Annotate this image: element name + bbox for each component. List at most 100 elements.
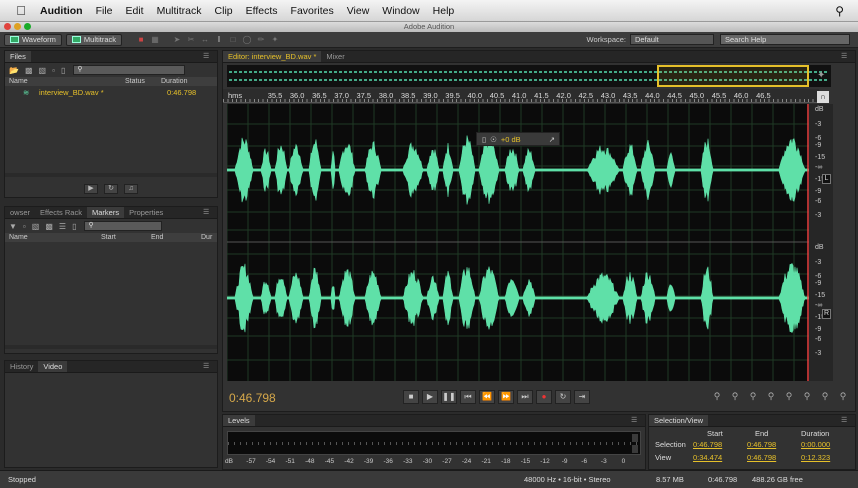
peak-indicator-right[interactable] bbox=[632, 445, 638, 453]
add-marker-icon[interactable]: ▼ bbox=[9, 222, 17, 231]
menu-file[interactable]: File bbox=[96, 5, 113, 17]
peak-indicator-left[interactable] bbox=[632, 434, 638, 442]
col-marker-end[interactable]: End bbox=[151, 233, 163, 242]
tab-mixer[interactable]: Mixer bbox=[321, 51, 349, 62]
zoom-in-time-icon[interactable]: ⚲ bbox=[747, 391, 759, 402]
markers-scrollbar[interactable] bbox=[5, 345, 217, 349]
record-button[interactable]: ● bbox=[536, 390, 552, 404]
zoom-out-amplitude-icon[interactable]: ⚲ bbox=[729, 391, 741, 402]
delete-file-icon[interactable]: ▯ bbox=[61, 66, 65, 75]
rewind-button[interactable]: ⏪ bbox=[479, 390, 495, 404]
markers-search-input[interactable]: ⚲ bbox=[84, 221, 163, 231]
move-tool-icon[interactable]: ➤ bbox=[172, 35, 182, 45]
zoom-full-icon[interactable]: ⚲ bbox=[783, 391, 795, 402]
tab-history[interactable]: History bbox=[5, 361, 38, 372]
time-selection-tool-icon[interactable]: I bbox=[214, 35, 224, 45]
delete-marker-icon[interactable]: ▫ bbox=[23, 222, 26, 231]
col-marker-start[interactable]: Start bbox=[101, 233, 116, 242]
play-button[interactable]: ▶ bbox=[422, 390, 438, 404]
search-help-input[interactable]: Search Help bbox=[720, 34, 850, 45]
spotlight-search-icon[interactable]: ⚲ bbox=[835, 4, 844, 18]
channel-r-toggle[interactable]: R bbox=[822, 309, 831, 319]
zoom-right-edge-icon[interactable]: ⚲ bbox=[837, 391, 849, 402]
marquee-tool-icon[interactable]: □ bbox=[228, 35, 238, 45]
spectral-frequency-icon[interactable]: ■ bbox=[136, 35, 146, 45]
tab-levels[interactable]: Levels bbox=[223, 415, 255, 426]
razor-tool-icon[interactable]: ✂ bbox=[186, 35, 196, 45]
zoom-in-amplitude-icon[interactable]: ⚲ bbox=[711, 391, 723, 402]
col-marker-duration[interactable]: Dur bbox=[201, 233, 212, 242]
tab-video[interactable]: Video bbox=[38, 361, 68, 372]
tab-selection-view[interactable]: Selection/View bbox=[649, 415, 709, 426]
menu-clip[interactable]: Clip bbox=[215, 5, 233, 17]
pause-button[interactable]: ❚❚ bbox=[441, 390, 457, 404]
snap-magnet-icon[interactable]: ∩ bbox=[817, 91, 829, 103]
files-search-input[interactable]: ⚲ bbox=[73, 65, 186, 75]
preview-play-icon[interactable]: ▶ bbox=[84, 184, 98, 194]
col-duration[interactable]: Duration bbox=[161, 77, 187, 86]
export-markers-icon[interactable]: ▩ bbox=[45, 222, 53, 231]
overview-view-range[interactable] bbox=[657, 65, 809, 87]
slip-tool-icon[interactable]: ↔ bbox=[200, 35, 210, 45]
import-file-icon[interactable]: ▩ bbox=[25, 66, 33, 75]
zoom-left-edge-icon[interactable]: ⚲ bbox=[819, 391, 831, 402]
close-file-icon[interactable]: ▫ bbox=[52, 66, 55, 75]
pin-icon[interactable]: ↗ bbox=[549, 135, 555, 144]
view-duration[interactable]: 0:12.323 bbox=[801, 452, 830, 463]
tab-editor[interactable]: Editor: interview_BD.wav * bbox=[223, 51, 322, 62]
file-row[interactable]: ≋ interview_BD.wav * 0:46.798 bbox=[5, 87, 217, 98]
col-name[interactable]: Name bbox=[9, 77, 28, 86]
skip-selection-button[interactable]: ⇥ bbox=[574, 390, 590, 404]
stop-button[interactable]: ■ bbox=[403, 390, 419, 404]
channel-l-toggle[interactable]: L bbox=[822, 174, 831, 184]
time-ruler[interactable]: hms 35.5 36.0 36.5 37.0 37.5 38.0 38.5 39.0 39.5… bbox=[223, 89, 819, 103]
workspace-dropdown[interactable]: Default bbox=[630, 34, 714, 45]
menu-multitrack[interactable]: Multitrack bbox=[157, 5, 202, 17]
panel-menu-icon[interactable]: ☰ bbox=[203, 51, 213, 62]
col-marker-name[interactable]: Name bbox=[9, 233, 28, 242]
menu-view[interactable]: View bbox=[347, 5, 370, 17]
minimize-window-button[interactable] bbox=[14, 23, 21, 30]
menu-help[interactable]: Help bbox=[433, 5, 455, 17]
merge-markers-icon[interactable]: ▧ bbox=[32, 222, 40, 231]
panel-menu-icon[interactable]: ☰ bbox=[203, 207, 213, 218]
files-scrollbar[interactable] bbox=[5, 173, 217, 177]
tab-properties[interactable]: Properties bbox=[124, 207, 168, 218]
selection-start[interactable]: 0:46.798 bbox=[693, 439, 722, 450]
close-window-button[interactable] bbox=[4, 23, 11, 30]
tab-media-browser[interactable]: owser bbox=[5, 207, 35, 218]
move-to-previous-button[interactable]: ⏮ bbox=[460, 390, 476, 404]
brush-tool-icon[interactable]: ✏ bbox=[256, 35, 266, 45]
panel-menu-icon[interactable]: ☰ bbox=[841, 51, 851, 62]
col-status[interactable]: Status bbox=[125, 77, 145, 86]
preview-volume-icon[interactable]: ♫ bbox=[124, 184, 138, 194]
apple-icon[interactable]:  bbox=[14, 3, 28, 18]
zoom-out-time-icon[interactable]: ⚲ bbox=[765, 391, 777, 402]
view-end[interactable]: 0:46.798 bbox=[747, 452, 776, 463]
selection-duration[interactable]: 0:00.000 bbox=[801, 439, 830, 450]
preview-loop-icon[interactable]: ↻ bbox=[104, 184, 118, 194]
panel-menu-icon[interactable]: ☰ bbox=[203, 361, 213, 372]
playlist-icon[interactable]: ☰ bbox=[59, 222, 66, 231]
lasso-tool-icon[interactable]: ◯ bbox=[242, 35, 252, 45]
menu-app[interactable]: Audition bbox=[40, 5, 83, 17]
zoom-in-selection-icon[interactable]: ⚲ bbox=[801, 391, 813, 402]
open-file-icon[interactable]: 📂 bbox=[9, 66, 19, 75]
insert-multitrack-icon[interactable]: ▧ bbox=[39, 66, 47, 75]
loop-button[interactable]: ↻ bbox=[555, 390, 571, 404]
view-start[interactable]: 0:34.474 bbox=[693, 452, 722, 463]
spot-healing-tool-icon[interactable]: ✦ bbox=[270, 35, 280, 45]
overview-waveform[interactable] bbox=[227, 65, 831, 87]
gain-knob-icon[interactable]: ☉ bbox=[490, 135, 497, 144]
zoom-navigator-icon[interactable]: ✦ bbox=[817, 70, 825, 81]
menu-effects[interactable]: Effects bbox=[246, 5, 278, 17]
multitrack-view-button[interactable]: Multitrack bbox=[65, 33, 122, 46]
tab-markers[interactable]: Markers bbox=[86, 207, 125, 218]
panel-menu-icon[interactable]: ☰ bbox=[841, 415, 851, 426]
batch-icon[interactable]: ▯ bbox=[72, 222, 76, 231]
menu-edit[interactable]: Edit bbox=[126, 5, 144, 17]
waveform-view-button[interactable]: Waveform bbox=[4, 33, 62, 46]
menu-window[interactable]: Window bbox=[382, 5, 419, 17]
spectral-pitch-icon[interactable]: ▦ bbox=[150, 35, 160, 45]
tab-effects-rack[interactable]: Effects Rack bbox=[35, 207, 87, 218]
